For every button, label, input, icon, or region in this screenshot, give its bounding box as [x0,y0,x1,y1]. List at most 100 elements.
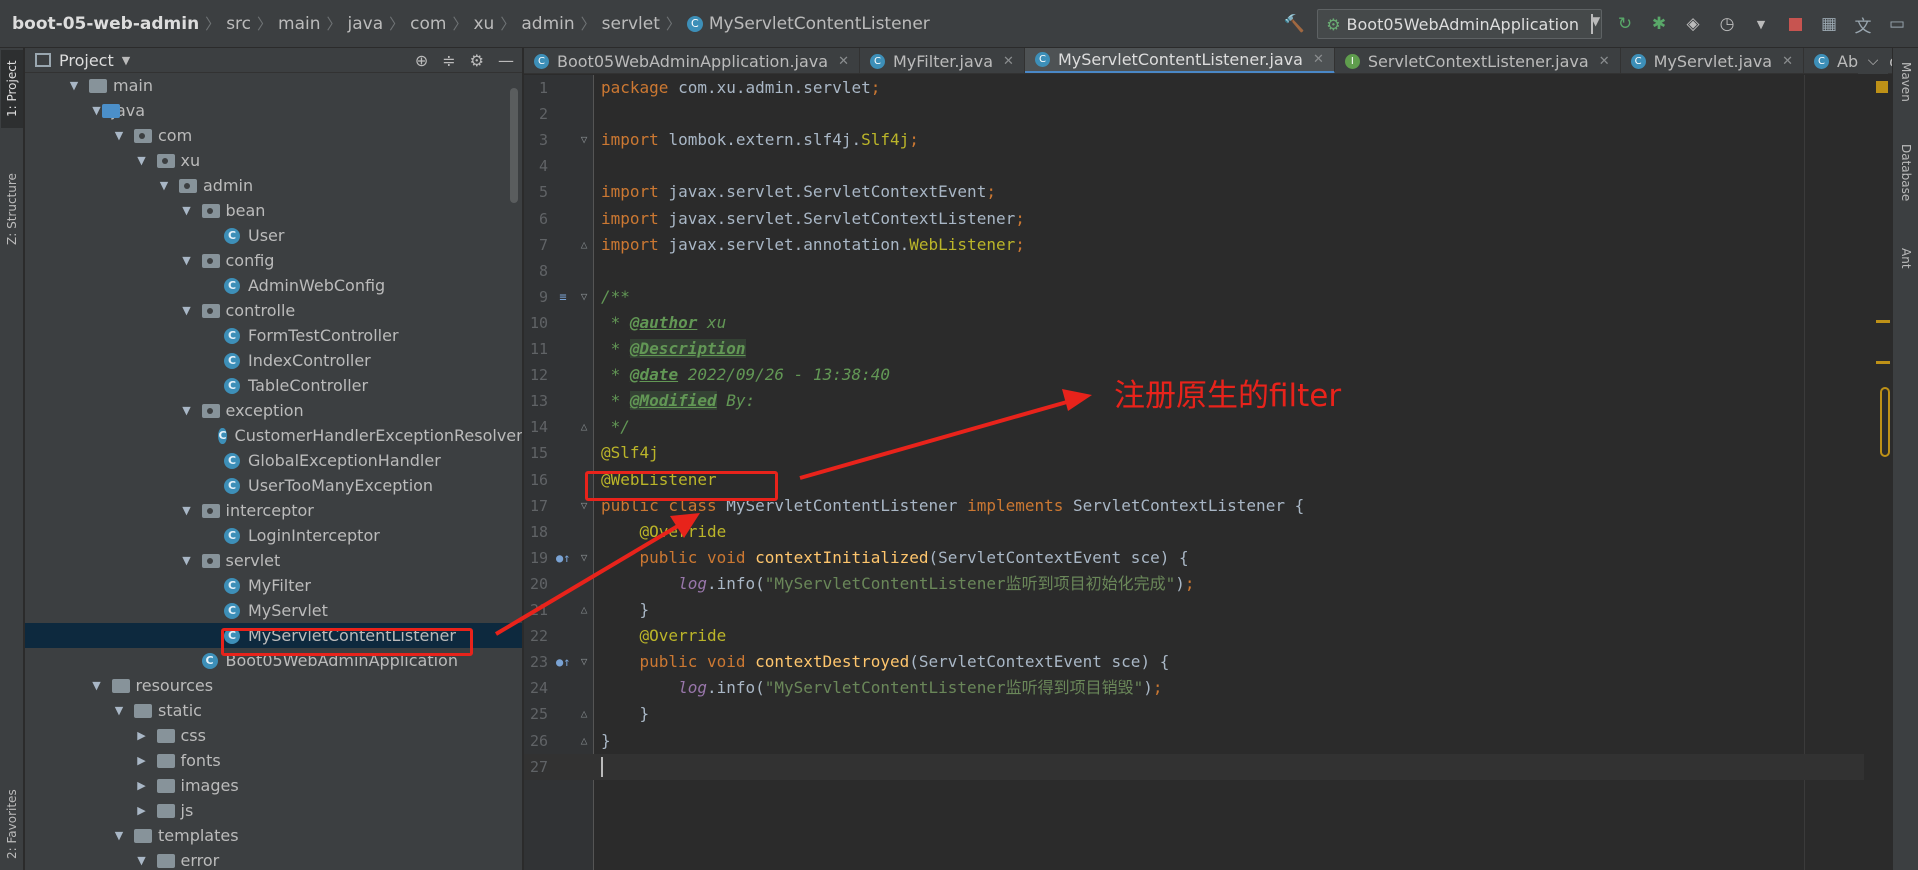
expand-arrow-down-icon[interactable]: ▼ [135,854,149,867]
expand-arrow-down-icon[interactable]: ▼ [180,254,194,267]
code-line[interactable]: 19 ●↑ ▽ public void contextInitialized(Ser… [524,545,1864,571]
editor-tab[interactable]: C Boot05WebAdminApplication.java ✕ [524,48,860,73]
tree-item[interactable]: ▼ xu [25,148,522,173]
tab-project-tool[interactable]: 1: Project [1,50,23,128]
fold-marker-icon[interactable]: △ [578,597,590,623]
build-hammer-icon[interactable]: 🔨 [1283,13,1305,35]
tree-item[interactable]: ▼ exception [25,398,522,423]
code-line[interactable]: 3 ▽ import lombok.extern.slf4j.Slf4j; [524,127,1864,153]
tree-item[interactable]: ▶ fonts [25,748,522,773]
override-method-icon[interactable]: ●↑ [556,649,570,675]
tree-item[interactable]: ▼ bean [25,198,522,223]
editor-tab[interactable]: C MyServlet.java ✕ [1621,48,1804,73]
tree-item[interactable]: ▶CTableController [25,373,522,398]
fold-marker-icon[interactable]: △ [578,728,590,754]
fold-marker-icon[interactable]: △ [578,701,590,727]
code-line[interactable]: 8 [524,258,1864,284]
expand-arrow-right-icon[interactable]: ▶ [135,804,149,817]
chevron-down-icon[interactable]: ▼ [1750,13,1772,35]
close-icon[interactable]: ✕ [1003,54,1014,69]
tab-structure-tool[interactable]: Z: Structure [1,154,23,264]
breadcrumb-file[interactable]: C MyServletContentListener [681,14,936,34]
fold-marker-icon[interactable]: △ [578,414,590,440]
expand-arrow-down-icon[interactable]: ▼ [90,679,104,692]
code-line[interactable]: 1 package com.xu.admin.servlet; [524,75,1864,101]
code-line[interactable]: 10 * @author xu [524,310,1864,336]
tree-item[interactable]: ▼ java [25,98,522,123]
translate-icon[interactable]: 文 [1852,13,1874,37]
project-structure-icon[interactable]: ▦ [1818,13,1840,35]
tabs-dropdown-chevron-icon[interactable]: ⌵ [1858,48,1888,74]
tree-item[interactable]: ▶CUserTooManyException [25,473,522,498]
locate-file-icon[interactable]: ⊕ [415,51,428,70]
editor-tab[interactable]: C MyFilter.java ✕ [860,48,1025,73]
tree-item[interactable]: ▼ main [25,73,522,98]
editor-tab[interactable]: C MyServletContentListener.java ✕ [1024,48,1335,73]
project-scrollbar-thumb[interactable] [510,88,518,203]
gear-icon[interactable]: ⚙ [470,51,484,70]
tree-item[interactable]: ▶CGlobalExceptionHandler [25,448,522,473]
expand-arrow-down-icon[interactable]: ▼ [67,79,81,92]
code-line[interactable]: 9 ≡ ▽ /** [524,284,1864,310]
terminal-window-icon[interactable]: ▭ [1886,13,1908,35]
collapse-all-icon[interactable]: ≑ [442,51,455,70]
tree-item[interactable]: ▶ images [25,773,522,798]
tab-favorites-tool[interactable]: 2: Favorites [1,778,23,870]
expand-arrow-down-icon[interactable]: ▼ [112,129,126,142]
tree-item[interactable]: ▶ js [25,798,522,823]
code-line[interactable]: 18 @Override [524,519,1864,545]
editor-tab[interactable]: I ServletContextListener.java ✕ [1335,48,1621,73]
breadcrumb-main[interactable]: main [272,14,326,34]
breadcrumb-admin[interactable]: admin [515,14,580,34]
code-line[interactable]: 27 [524,753,1864,780]
tree-item[interactable]: ▼ servlet [25,548,522,573]
tree-item[interactable]: ▼ config [25,248,522,273]
run-configuration-select[interactable]: ⚙ Boot05WebAdminApplication ▼ [1317,9,1602,39]
tree-item[interactable]: ▶CAdminWebConfig [25,273,522,298]
breadcrumb-project[interactable]: boot-05-web-admin [12,14,205,34]
editor-scrollbar-thumb[interactable] [1880,387,1890,457]
tree-item[interactable]: ▶CIndexController [25,348,522,373]
tree-item[interactable]: ▼ templates [25,823,522,848]
tree-item[interactable]: ▶ css [25,723,522,748]
tree-item[interactable]: ▶CCustomerHandlerExceptionResolver [25,423,522,448]
expand-arrow-down-icon[interactable]: ▼ [180,304,194,317]
warning-stripe-marker[interactable] [1876,361,1890,364]
expand-arrow-down-icon[interactable]: ▼ [112,704,126,717]
expand-arrow-down-icon[interactable]: ▼ [180,204,194,217]
code-line[interactable]: 5 import javax.servlet.ServletContextEven… [524,179,1864,205]
breadcrumb-xu[interactable]: xu [468,14,501,34]
project-panel-title[interactable]: Project [59,51,114,70]
close-icon[interactable]: ✕ [1782,54,1793,69]
tree-item[interactable]: ▶CUser [25,223,522,248]
stop-icon[interactable] [1784,13,1806,35]
tab-database-tool[interactable]: Database [1896,144,1916,236]
code-line[interactable]: 11 * @Description [524,336,1864,362]
tree-item[interactable]: ▶CLoginInterceptor [25,523,522,548]
tree-item[interactable]: ▶CMyFilter [25,573,522,598]
fold-marker-icon[interactable]: ▽ [578,127,590,153]
code-line[interactable]: 24 log.info("MyServletContentListener监听得… [524,675,1864,701]
rerun-icon[interactable]: ↻ [1614,13,1636,35]
code-line[interactable]: 2 [524,101,1864,127]
fold-marker-icon[interactable]: ▽ [578,649,590,675]
tree-item[interactable]: ▼ com [25,123,522,148]
close-icon[interactable]: ✕ [838,54,849,69]
code-line[interactable]: 14 △ */ [524,414,1864,440]
tree-item[interactable]: ▼ resources [25,673,522,698]
chevron-down-icon[interactable]: ▼ [122,54,130,67]
tree-item[interactable]: ▼ admin [25,173,522,198]
expand-arrow-right-icon[interactable]: ▶ [135,779,149,792]
warning-stripe-marker[interactable] [1876,320,1890,323]
code-line[interactable]: 20 log.info("MyServletContentListener监听到… [524,571,1864,597]
tree-item[interactable]: ▶CMyServlet [25,598,522,623]
code-line[interactable]: 26 △} [524,728,1864,754]
expand-arrow-down-icon[interactable]: ▼ [180,554,194,567]
tree-item[interactable]: ▼ error [25,848,522,870]
close-icon[interactable]: ✕ [1313,52,1324,67]
code-line[interactable]: 4 [524,153,1864,179]
expand-arrow-down-icon[interactable]: ▼ [180,404,194,417]
expand-arrow-down-icon[interactable]: ▼ [157,179,171,192]
code-line[interactable]: 15 @Slf4j [524,440,1864,466]
expand-arrow-down-icon[interactable]: ▼ [180,504,194,517]
